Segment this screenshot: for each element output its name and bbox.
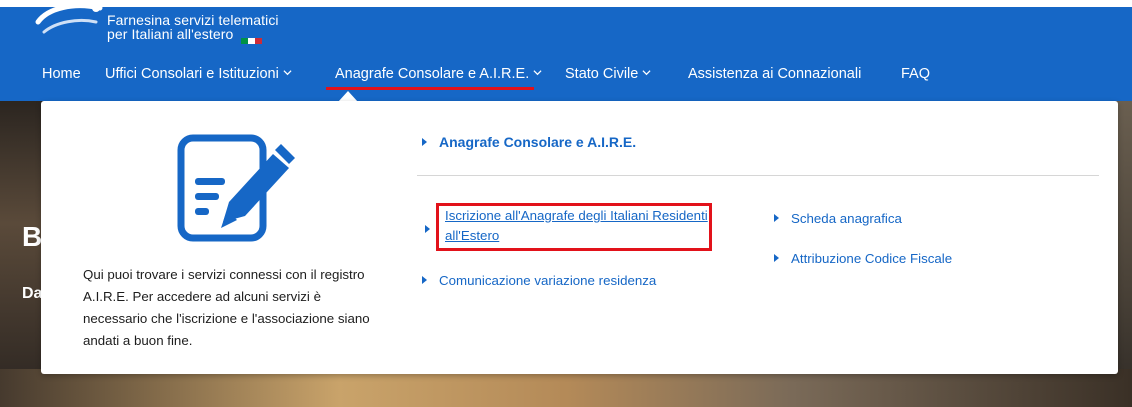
document-edit-icon: [177, 134, 295, 242]
chevron-down-icon: [642, 70, 651, 76]
section-divider: [417, 175, 1099, 176]
triangle-right-icon: [422, 138, 427, 146]
nav-stato-civile[interactable]: Stato Civile: [565, 61, 651, 87]
hero-heading: B: [22, 221, 43, 252]
brand-tagline-1: Farnesina servizi telematici: [107, 12, 279, 28]
main-nav: Home Uffici Consolari e Istituzioni Anag…: [0, 61, 1132, 91]
mega-menu-dropdown: Qui puoi trovare i servizi connessi con …: [41, 101, 1118, 374]
triangle-right-icon: [774, 254, 779, 262]
hero-photo-bottom: [0, 369, 1132, 407]
link-scheda-anagrafica[interactable]: Scheda anagrafica: [774, 209, 902, 229]
nav-home[interactable]: Home: [42, 61, 81, 87]
hero-subheading: Da: [22, 285, 43, 302]
chevron-down-icon: [283, 70, 292, 76]
link-iscrizione-aire[interactable]: Iscrizione all'Anagrafe degli Italiani R…: [445, 206, 710, 246]
nav-faq[interactable]: FAQ: [901, 61, 930, 87]
triangle-right-icon: [774, 214, 779, 222]
nav-uffici-consolari[interactable]: Uffici Consolari e Istituzioni: [105, 61, 292, 87]
header-top-edge: [0, 0, 1132, 7]
nav-assistenza[interactable]: Assistenza ai Connazionali: [688, 61, 861, 87]
triangle-right-icon: [425, 225, 430, 233]
italian-flag-icon: [241, 32, 263, 45]
nav-anagrafe-consolare[interactable]: Anagrafe Consolare e A.I.R.E.: [335, 61, 542, 87]
link-comunicazione-variazione[interactable]: Comunicazione variazione residenza: [422, 271, 656, 291]
chevron-down-icon: [533, 70, 542, 76]
active-nav-underline: [326, 87, 534, 90]
dropdown-description: Qui puoi trovare i servizi connessi con …: [83, 267, 370, 348]
link-anagrafe-consolare[interactable]: Anagrafe Consolare e A.I.R.E.: [422, 134, 636, 150]
site-header: Farnesina servizi telematici per Italian…: [0, 0, 1132, 101]
brand-tagline-2: per Italiani all'estero: [107, 27, 263, 45]
link-codice-fiscale[interactable]: Attribuzione Codice Fiscale: [774, 249, 952, 269]
triangle-right-icon: [422, 276, 427, 284]
fast-it-logo[interactable]: [34, 0, 104, 46]
